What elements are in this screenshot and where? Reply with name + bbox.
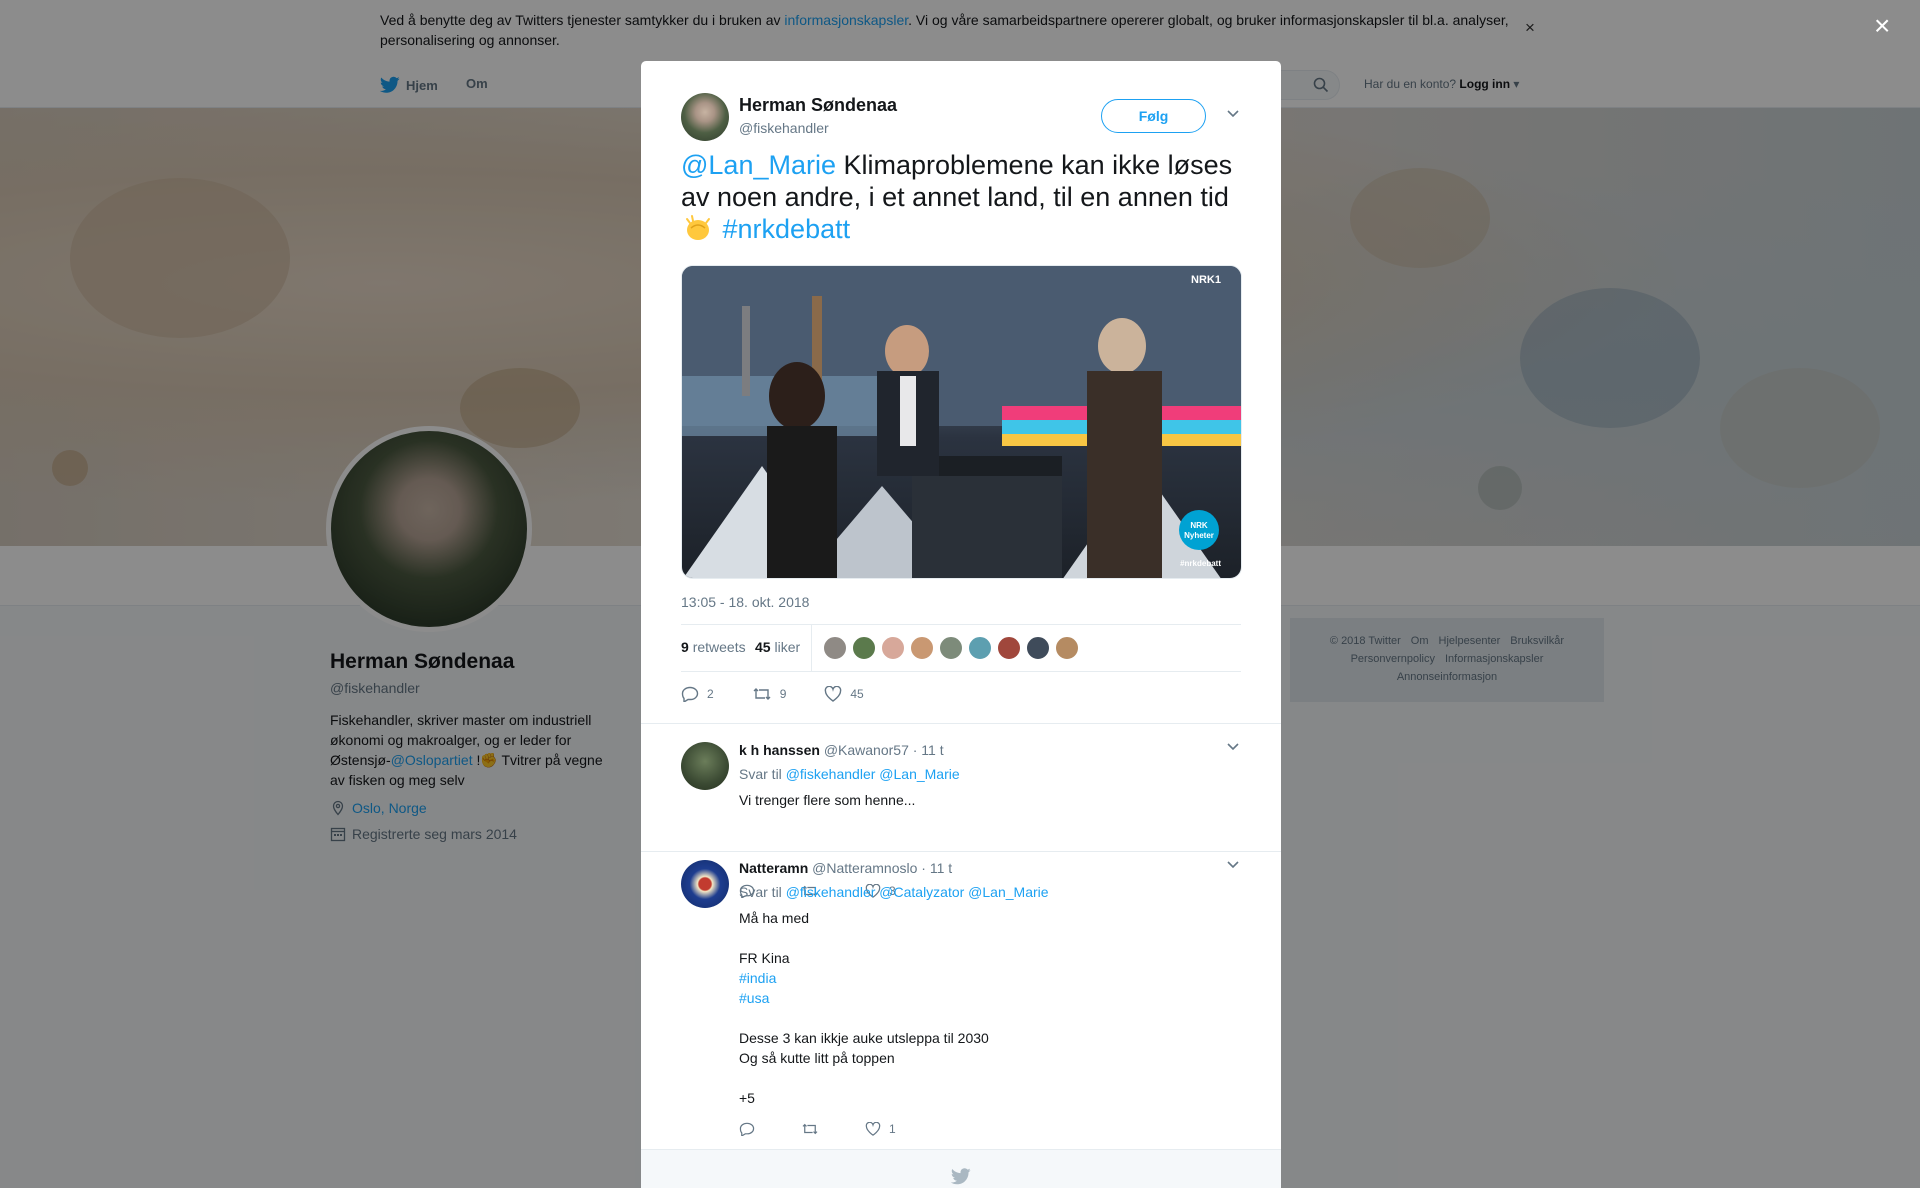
reply-button[interactable]: 2	[681, 686, 714, 702]
chevron-down-icon[interactable]	[1226, 109, 1240, 119]
liker-avatar[interactable]	[910, 636, 934, 660]
clapping-hands-icon	[686, 215, 710, 240]
tweet-author-name[interactable]: Herman Søndenaa	[739, 95, 897, 116]
reply-to-mentions[interactable]: @fiskehandler @Catalyzator @Lan_Marie	[786, 884, 1049, 900]
twitter-bird-icon	[951, 1168, 971, 1185]
reply-text: Må ha med FR Kina #india #usa Desse 3 ka…	[739, 908, 989, 1108]
reply-author-name[interactable]: k h hanssen	[739, 742, 820, 758]
reply-time[interactable]: · 11 t	[913, 742, 944, 758]
reply-to: Svar til @fiskehandler @Lan_Marie	[739, 766, 960, 782]
reply-text: Vi trenger flere som henne...	[739, 792, 916, 808]
close-modal-button[interactable]: ×	[1874, 10, 1890, 42]
retweet-action-count: 9	[779, 687, 787, 701]
tweet-stats: 9 retweets 45 liker	[681, 624, 1241, 672]
like-count: 1	[889, 1122, 896, 1136]
tweet-text: @Lan_Marie Klimaproblemene kan ikke løse…	[681, 149, 1241, 245]
tweet-hashtag-link[interactable]: #nrkdebatt	[723, 214, 851, 244]
reply-time[interactable]: · 11 t	[921, 860, 952, 876]
reply-icon	[681, 686, 699, 702]
reply-tweet[interactable]: Natteramn @Natteramnoslo · 11 t Svar til…	[681, 860, 1241, 1150]
like-stats[interactable]: 45 liker	[755, 639, 800, 655]
heart-icon	[825, 686, 842, 702]
chevron-down-icon[interactable]	[1226, 742, 1240, 752]
reply-avatar[interactable]	[681, 860, 729, 908]
liker-avatar[interactable]	[968, 636, 992, 660]
tweet-modal: Herman Søndenaa @fiskehandler Følg @Lan_…	[641, 61, 1281, 1188]
reply-to-label: Svar til	[739, 884, 782, 900]
nrk1-logo: NRK1	[1191, 274, 1221, 286]
like-button[interactable]: 1	[865, 1122, 896, 1136]
tweet-timestamp[interactable]: 13:05 - 18. okt. 2018	[681, 594, 809, 610]
media-hashtag-caption: #nrkdebatt	[1180, 559, 1221, 568]
reply-author-handle[interactable]: @Kawanor57	[824, 742, 909, 758]
replies-divider	[641, 723, 1281, 724]
retweet-count: 9	[681, 639, 689, 655]
tweet-header: Herman Søndenaa @fiskehandler Følg	[681, 93, 1241, 143]
hashtag-link[interactable]: #india	[739, 970, 776, 986]
liker-avatar[interactable]	[997, 636, 1021, 660]
like-action-count: 45	[850, 687, 864, 701]
tweet-actions: 2 9 45	[681, 679, 902, 709]
liker-avatars	[823, 636, 1079, 660]
hashtag-link[interactable]: #usa	[739, 990, 769, 1006]
liker-avatar[interactable]	[939, 636, 963, 660]
retweet-button[interactable]: 9	[752, 686, 787, 702]
reply-text-part: Desse 3 kan ikkje auke utsleppa til 2030…	[739, 1030, 989, 1106]
liker-avatar[interactable]	[881, 636, 905, 660]
reply-author-handle[interactable]: @Natteramnoslo	[812, 860, 917, 876]
retweet-stats[interactable]: 9 retweets	[681, 639, 746, 655]
reply-to: Svar til @fiskehandler @Catalyzator @Lan…	[739, 884, 1049, 900]
liker-avatar[interactable]	[852, 636, 876, 660]
retweet-icon	[753, 688, 771, 700]
tweet-author-handle[interactable]: @fiskehandler	[739, 120, 829, 136]
follow-button[interactable]: Følg	[1101, 99, 1206, 133]
liker-avatar[interactable]	[823, 636, 847, 660]
heart-icon	[865, 1122, 881, 1136]
retweet-icon	[802, 1123, 818, 1135]
reply-text-part: Må ha med FR Kina	[739, 910, 810, 966]
reply-divider	[641, 851, 1281, 852]
retweet-label: retweets	[692, 639, 746, 655]
nrk-nyheter-badge: NRK Nyheter	[1179, 510, 1219, 550]
reply-author-name[interactable]: Natteramn	[739, 860, 808, 876]
liker-avatar[interactable]	[1055, 636, 1079, 660]
tweet-author-avatar[interactable]	[681, 93, 729, 141]
reply-avatar[interactable]	[681, 742, 729, 790]
tweet-media-image[interactable]: NRK1 NRK Nyheter #nrkdebatt	[681, 265, 1242, 579]
reply-button[interactable]	[739, 1122, 763, 1136]
reply-to-label: Svar til	[739, 766, 782, 782]
reply-icon	[739, 1122, 755, 1136]
modal-bottom-bar	[641, 1149, 1281, 1188]
like-button[interactable]: 45	[824, 686, 864, 702]
liker-avatar[interactable]	[1026, 636, 1050, 660]
reply-count: 2	[707, 687, 714, 701]
reply-header: k h hanssen @Kawanor57 · 11 t	[739, 742, 944, 758]
reply-to-mentions[interactable]: @fiskehandler @Lan_Marie	[786, 766, 960, 782]
stats-divider	[811, 625, 812, 671]
reply-actions: 1	[739, 1122, 934, 1136]
retweet-button[interactable]	[801, 1122, 827, 1136]
like-count: 45	[755, 639, 771, 655]
tweet-mention-link[interactable]: @Lan_Marie	[681, 150, 836, 180]
reply-header: Natteramn @Natteramnoslo · 11 t	[739, 860, 952, 876]
chevron-down-icon[interactable]	[1226, 860, 1240, 870]
like-label: liker	[774, 639, 801, 655]
tv-studio-photo	[682, 266, 1241, 578]
